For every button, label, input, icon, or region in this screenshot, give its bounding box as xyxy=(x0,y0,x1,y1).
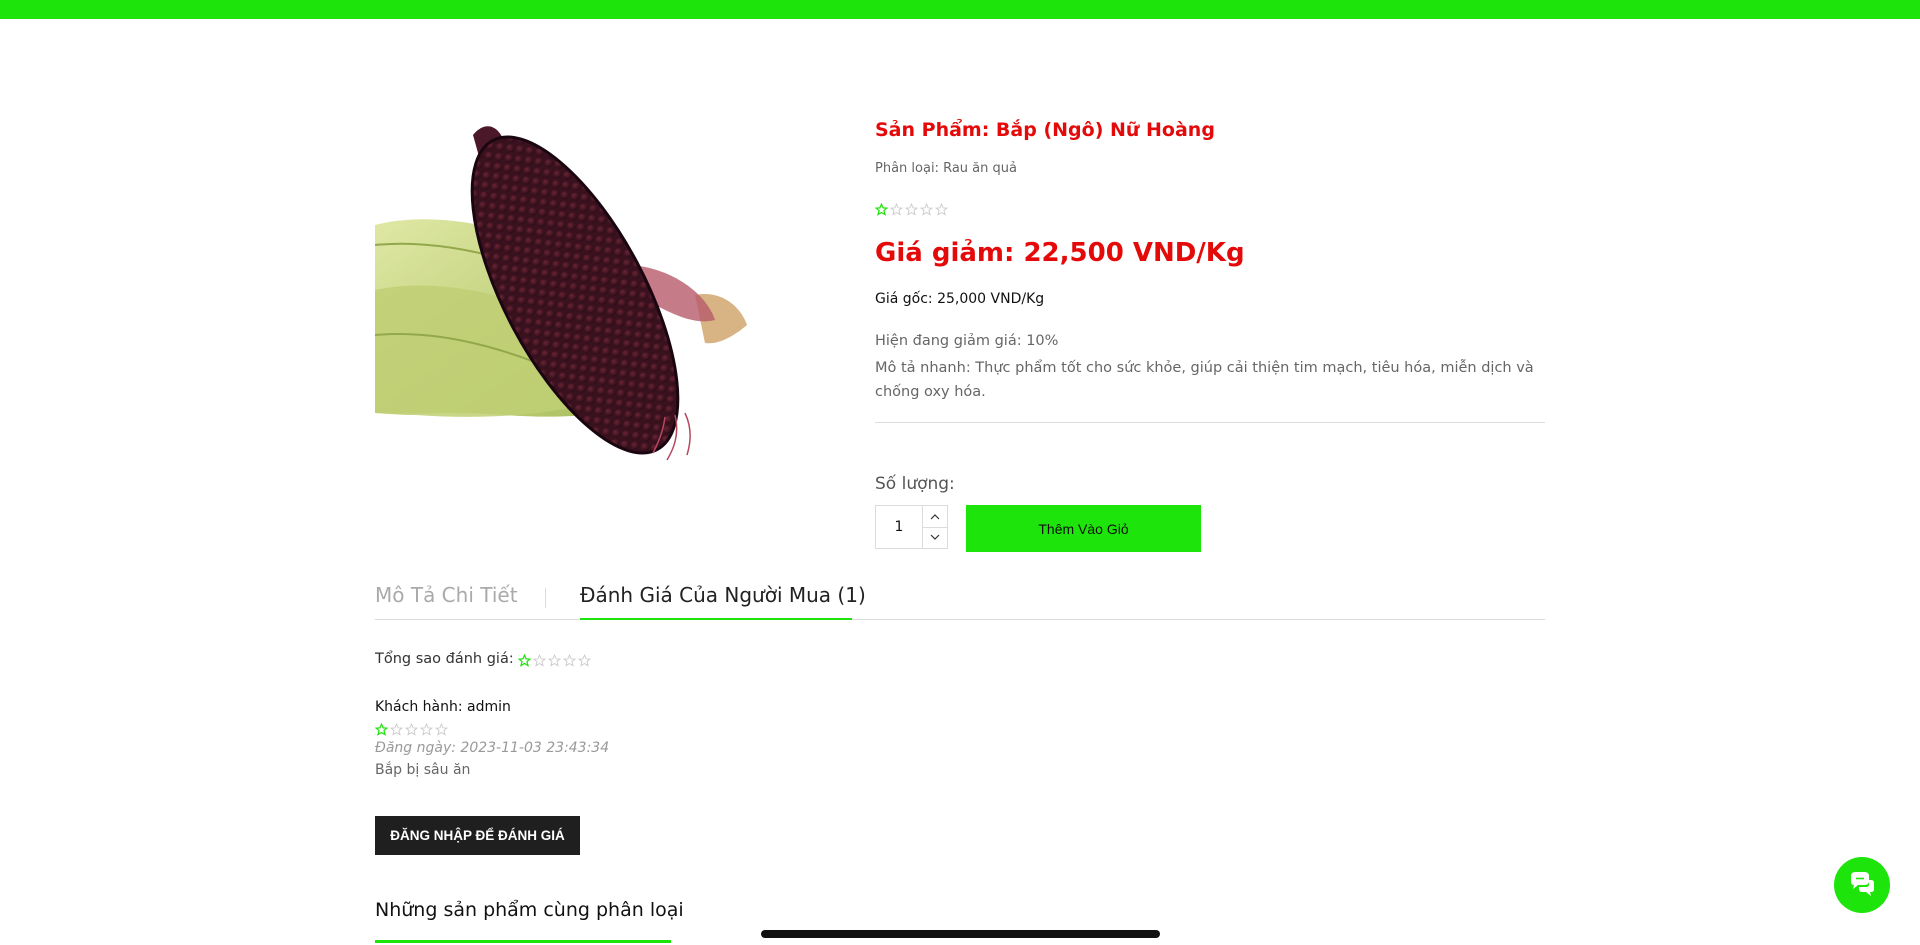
total-rating-label: Tổng sao đánh giá: xyxy=(375,651,514,667)
quantity-stepper: 1 xyxy=(875,505,948,549)
chat-bubbles-icon xyxy=(1851,872,1874,896)
chevron-up-icon xyxy=(930,513,940,520)
chat-button[interactable] xyxy=(1834,857,1890,913)
tab-reviews[interactable]: Đánh Giá Của Người Mua (1) xyxy=(580,583,866,607)
tab-active-indicator xyxy=(580,618,852,620)
star-empty-icon xyxy=(405,723,418,736)
review-rating xyxy=(375,723,448,736)
star-filled-icon xyxy=(518,654,531,667)
top-accent-bar xyxy=(0,0,1920,19)
discount-info: Hiện đang giảm giá: 10% xyxy=(875,333,1059,349)
star-empty-icon xyxy=(390,723,403,736)
star-empty-icon xyxy=(420,723,433,736)
home-indicator xyxy=(761,930,1160,938)
sale-price: Giá giảm: 22,500 VND/Kg xyxy=(875,238,1245,268)
total-rating-stars xyxy=(518,654,591,667)
product-title: Sản Phẩm: Bắp (Ngô) Nữ Hoàng xyxy=(875,119,1215,141)
quantity-input[interactable]: 1 xyxy=(876,506,923,548)
star-empty-icon xyxy=(563,654,576,667)
review-date: Đăng ngày: 2023-11-03 23:43:34 xyxy=(375,740,610,756)
quantity-increase-button[interactable] xyxy=(923,506,947,528)
review-customer: Khách hành: admin xyxy=(375,699,511,715)
star-filled-icon xyxy=(375,723,388,736)
related-products-title: Những sản phẩm cùng phân loại xyxy=(375,899,684,921)
star-empty-icon xyxy=(935,203,948,216)
original-price: Giá gốc: 25,000 VND/Kg xyxy=(875,291,1045,307)
star-empty-icon xyxy=(533,654,546,667)
product-category: Phân loại: Rau ăn quả xyxy=(875,161,1017,176)
star-empty-icon xyxy=(548,654,561,667)
short-description: Mô tả nhanh: Thực phẩm tốt cho sức khỏe,… xyxy=(875,360,1534,400)
related-title-underline xyxy=(375,940,671,943)
product-image xyxy=(375,126,747,461)
review-text: Bắp bị sâu ăn xyxy=(375,762,471,778)
tab-description[interactable]: Mô Tả Chi Tiết xyxy=(375,583,518,607)
divider xyxy=(875,422,1545,423)
star-empty-icon xyxy=(920,203,933,216)
login-to-review-button[interactable]: ĐĂNG NHẬP ĐỂ ĐÁNH GIÁ xyxy=(375,816,580,855)
star-empty-icon xyxy=(578,654,591,667)
tab-separator xyxy=(545,588,546,608)
star-empty-icon xyxy=(435,723,448,736)
quantity-decrease-button[interactable] xyxy=(923,528,947,549)
chevron-down-icon xyxy=(930,534,940,541)
star-filled-icon xyxy=(875,203,888,216)
add-to-cart-button[interactable]: Thêm Vào Giỏ xyxy=(966,505,1201,552)
star-empty-icon xyxy=(890,203,903,216)
quantity-label: Số lượng: xyxy=(875,474,955,494)
star-empty-icon xyxy=(905,203,918,216)
product-rating xyxy=(875,203,948,216)
tab-divider xyxy=(375,619,1545,620)
